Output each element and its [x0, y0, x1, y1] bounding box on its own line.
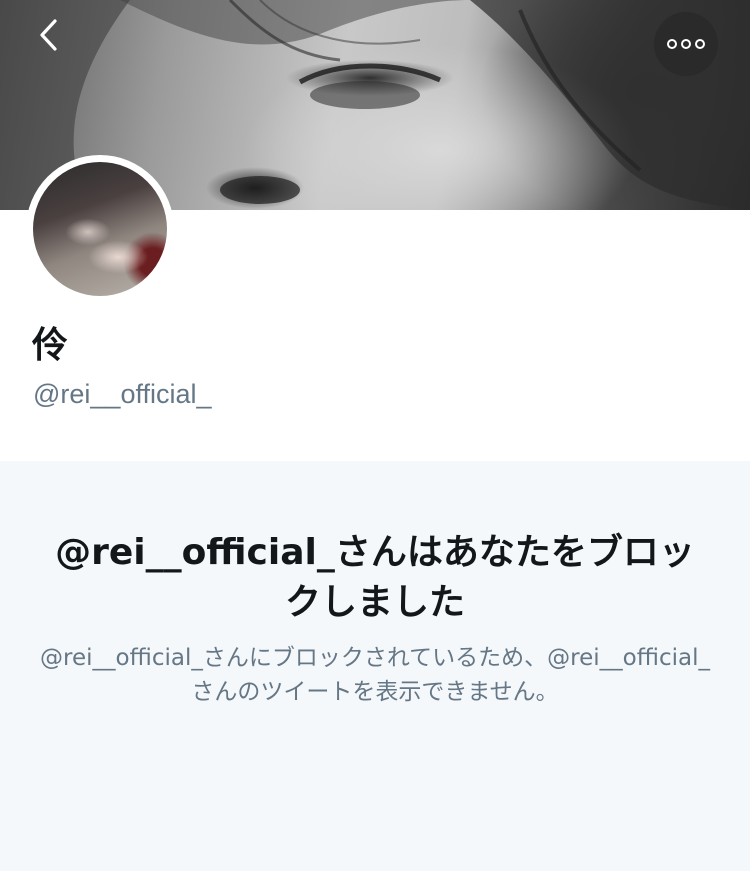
username-handle: @rei__official_: [33, 379, 212, 409]
display-name: 伶: [32, 325, 69, 366]
blocked-description: @rei__official_さんにブロックされているため、@rei__offi…: [40, 645, 710, 705]
profile-screen: 伶 @rei__official_ @rei__official_さんはあなたを…: [0, 0, 750, 871]
more-horizontal-icon: [695, 39, 705, 49]
avatar-image: [33, 162, 167, 296]
chevron-left-icon: [40, 19, 57, 51]
more-options-button[interactable]: [654, 12, 718, 76]
avatar[interactable]: [26, 155, 174, 303]
more-horizontal-icon: [681, 39, 691, 49]
back-button[interactable]: [38, 18, 88, 68]
blocked-title: @rei__official_さんはあなたをブロックしました: [55, 532, 695, 623]
more-horizontal-icon: [667, 39, 677, 49]
